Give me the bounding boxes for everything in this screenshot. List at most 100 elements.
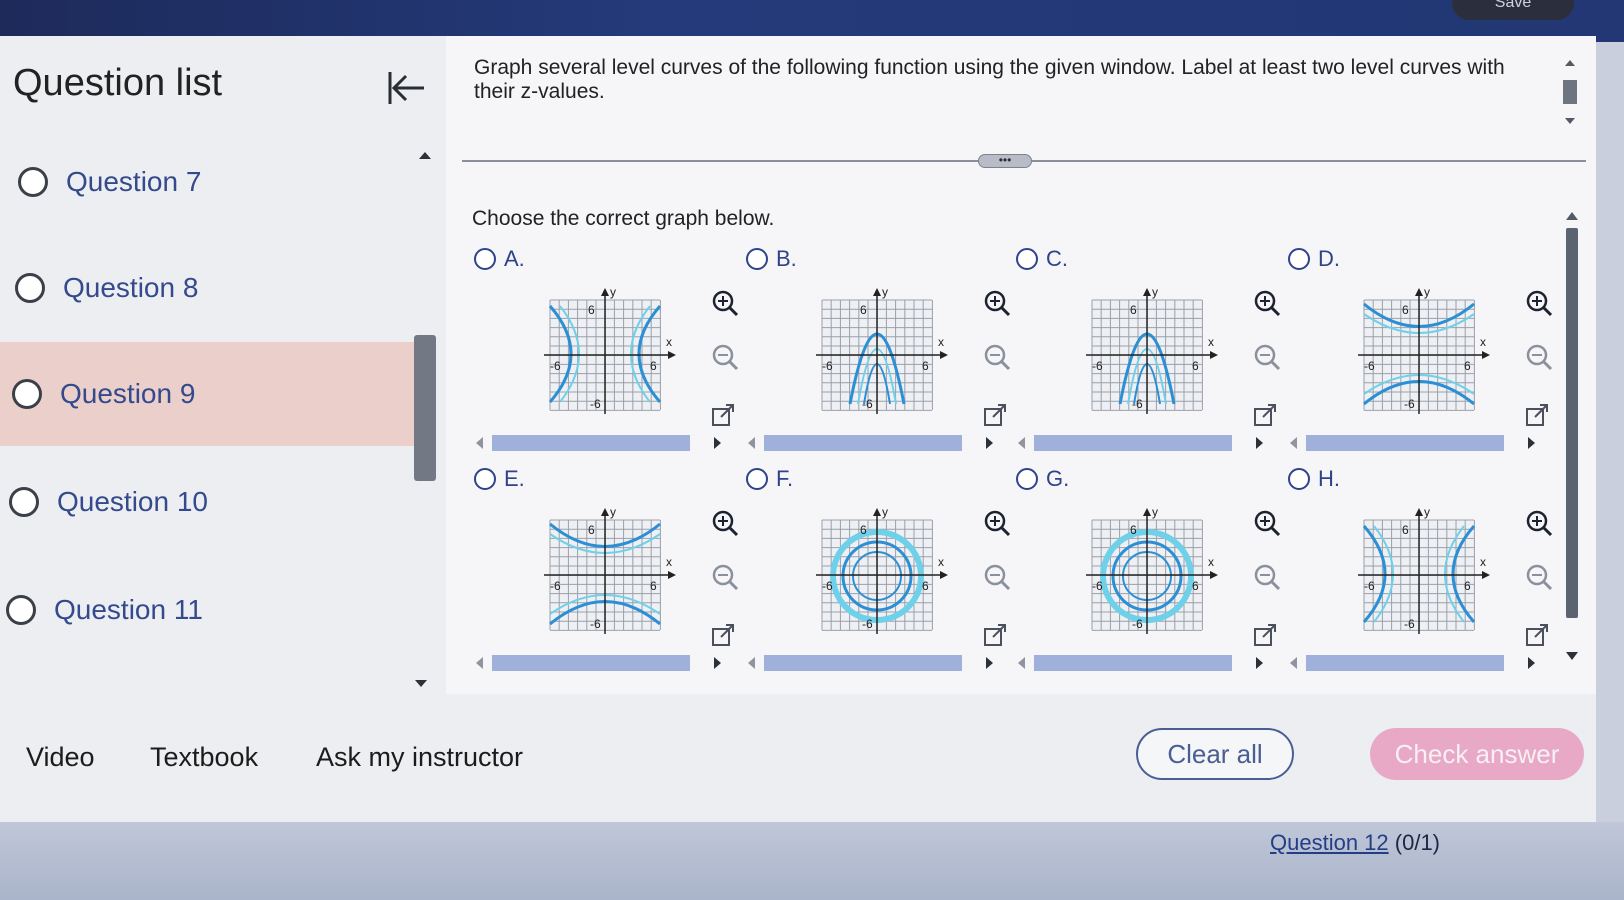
graph-horizontal-scrollbar[interactable] xyxy=(1012,432,1276,454)
video-link[interactable]: Video xyxy=(26,742,95,773)
zoom-out-icon[interactable] xyxy=(710,342,740,372)
graph-horizontal-scrollbar[interactable] xyxy=(1284,432,1548,454)
question-item-7[interactable]: Question 7 xyxy=(0,130,414,234)
graph-horizontal-scrollbar[interactable] xyxy=(470,432,734,454)
zoom-out-icon[interactable] xyxy=(1252,562,1282,592)
scroll-right-arrow-icon[interactable] xyxy=(986,657,993,669)
graph-horizontal-scrollbar[interactable] xyxy=(742,652,1006,674)
zoom-in-icon[interactable] xyxy=(710,288,740,318)
svg-text:-6: -6 xyxy=(862,397,873,411)
scroll-track[interactable] xyxy=(1034,655,1232,671)
ask-instructor-link[interactable]: Ask my instructor xyxy=(316,742,523,773)
zoom-in-icon[interactable] xyxy=(710,508,740,538)
scroll-right-arrow-icon[interactable] xyxy=(1256,437,1263,449)
scroll-right-arrow-icon[interactable] xyxy=(1528,437,1535,449)
svg-text:-6: -6 xyxy=(1132,397,1143,411)
option-radio[interactable] xyxy=(474,468,496,490)
zoom-in-icon[interactable] xyxy=(982,508,1012,538)
option-f[interactable]: F. xyxy=(746,466,793,492)
option-letter: B. xyxy=(776,246,797,271)
option-radio[interactable] xyxy=(746,468,768,490)
zoom-out-icon[interactable] xyxy=(710,562,740,592)
save-button[interactable]: Save xyxy=(1452,0,1574,20)
option-radio[interactable] xyxy=(1016,248,1038,270)
zoom-out-icon[interactable] xyxy=(982,562,1012,592)
scroll-right-arrow-icon[interactable] xyxy=(1256,657,1263,669)
option-radio[interactable] xyxy=(1288,468,1310,490)
question-radio[interactable] xyxy=(9,487,39,517)
option-h[interactable]: H. xyxy=(1288,466,1340,492)
zoom-in-icon[interactable] xyxy=(1252,288,1282,318)
external-link-icon[interactable] xyxy=(1250,620,1280,650)
graph-horizontal-scrollbar[interactable] xyxy=(1284,652,1548,674)
zoom-out-icon[interactable] xyxy=(1524,342,1554,372)
zoom-out-icon[interactable] xyxy=(1524,562,1554,592)
scroll-left-arrow-icon[interactable] xyxy=(748,657,755,669)
clear-all-button[interactable]: Clear all xyxy=(1136,728,1294,780)
zoom-in-icon[interactable] xyxy=(1524,288,1554,318)
external-link-icon[interactable] xyxy=(1250,400,1280,430)
scroll-left-arrow-icon[interactable] xyxy=(476,657,483,669)
scroll-track[interactable] xyxy=(1306,435,1504,451)
option-g[interactable]: G. xyxy=(1016,466,1069,492)
scroll-left-arrow-icon[interactable] xyxy=(748,437,755,449)
option-d[interactable]: D. xyxy=(1288,246,1340,272)
zoom-out-icon[interactable] xyxy=(982,342,1012,372)
option-a[interactable]: A. xyxy=(474,246,525,272)
option-radio[interactable] xyxy=(1016,468,1038,490)
scroll-track[interactable] xyxy=(764,435,962,451)
graph-horizontal-scrollbar[interactable] xyxy=(1012,652,1276,674)
scroll-right-arrow-icon[interactable] xyxy=(714,437,721,449)
svg-text:y: y xyxy=(610,285,616,299)
sidebar-scroll-thumb[interactable] xyxy=(414,335,436,481)
external-link-icon[interactable] xyxy=(1522,400,1552,430)
scroll-up-arrow-icon[interactable] xyxy=(419,152,431,159)
question-radio[interactable] xyxy=(15,273,45,303)
zoom-in-icon[interactable] xyxy=(1252,508,1282,538)
external-link-icon[interactable] xyxy=(980,620,1010,650)
check-answer-button[interactable]: Check answer xyxy=(1370,728,1584,780)
options-scroll-thumb[interactable] xyxy=(1566,228,1578,618)
question-item-9[interactable]: Question 9 xyxy=(0,342,414,446)
scroll-right-arrow-icon[interactable] xyxy=(714,657,721,669)
scroll-track[interactable] xyxy=(492,435,690,451)
scroll-left-arrow-icon[interactable] xyxy=(1290,437,1297,449)
scroll-right-arrow-icon[interactable] xyxy=(1528,657,1535,669)
option-b[interactable]: B. xyxy=(746,246,797,272)
scroll-track[interactable] xyxy=(1034,435,1232,451)
question-item-10[interactable]: Question 10 xyxy=(0,450,414,554)
zoom-in-icon[interactable] xyxy=(982,288,1012,318)
question-item-11[interactable]: Question 11 xyxy=(0,558,414,662)
scroll-left-arrow-icon[interactable] xyxy=(1018,657,1025,669)
next-question-link[interactable]: Question 12 xyxy=(1270,830,1389,855)
question-radio[interactable] xyxy=(18,167,48,197)
option-c[interactable]: C. xyxy=(1016,246,1068,272)
question-radio[interactable] xyxy=(6,595,36,625)
scroll-track[interactable] xyxy=(492,655,690,671)
scroll-track[interactable] xyxy=(764,655,962,671)
option-radio[interactable] xyxy=(746,248,768,270)
scroll-left-arrow-icon[interactable] xyxy=(1018,437,1025,449)
scroll-left-arrow-icon[interactable] xyxy=(476,437,483,449)
textbook-link[interactable]: Textbook xyxy=(150,742,258,773)
external-link-icon[interactable] xyxy=(708,620,738,650)
option-radio[interactable] xyxy=(474,248,496,270)
question-radio[interactable] xyxy=(12,379,42,409)
scroll-left-arrow-icon[interactable] xyxy=(1290,657,1297,669)
question-item-8[interactable]: Question 8 xyxy=(0,236,414,340)
expand-dots-button[interactable]: ••• xyxy=(978,154,1032,168)
prompt-scroll-thumb[interactable] xyxy=(1563,80,1577,104)
external-link-icon[interactable] xyxy=(980,400,1010,430)
option-radio[interactable] xyxy=(1288,248,1310,270)
graph-horizontal-scrollbar[interactable] xyxy=(742,432,1006,454)
zoom-in-icon[interactable] xyxy=(1524,508,1554,538)
external-link-icon[interactable] xyxy=(708,400,738,430)
graph-horizontal-scrollbar[interactable] xyxy=(470,652,734,674)
external-link-icon[interactable] xyxy=(1522,620,1552,650)
zoom-out-icon[interactable] xyxy=(1252,342,1282,372)
option-e[interactable]: E. xyxy=(474,466,525,492)
scroll-down-arrow-icon[interactable] xyxy=(415,680,427,687)
scroll-right-arrow-icon[interactable] xyxy=(986,437,993,449)
scroll-track[interactable] xyxy=(1306,655,1504,671)
collapse-left-icon[interactable] xyxy=(384,68,428,108)
